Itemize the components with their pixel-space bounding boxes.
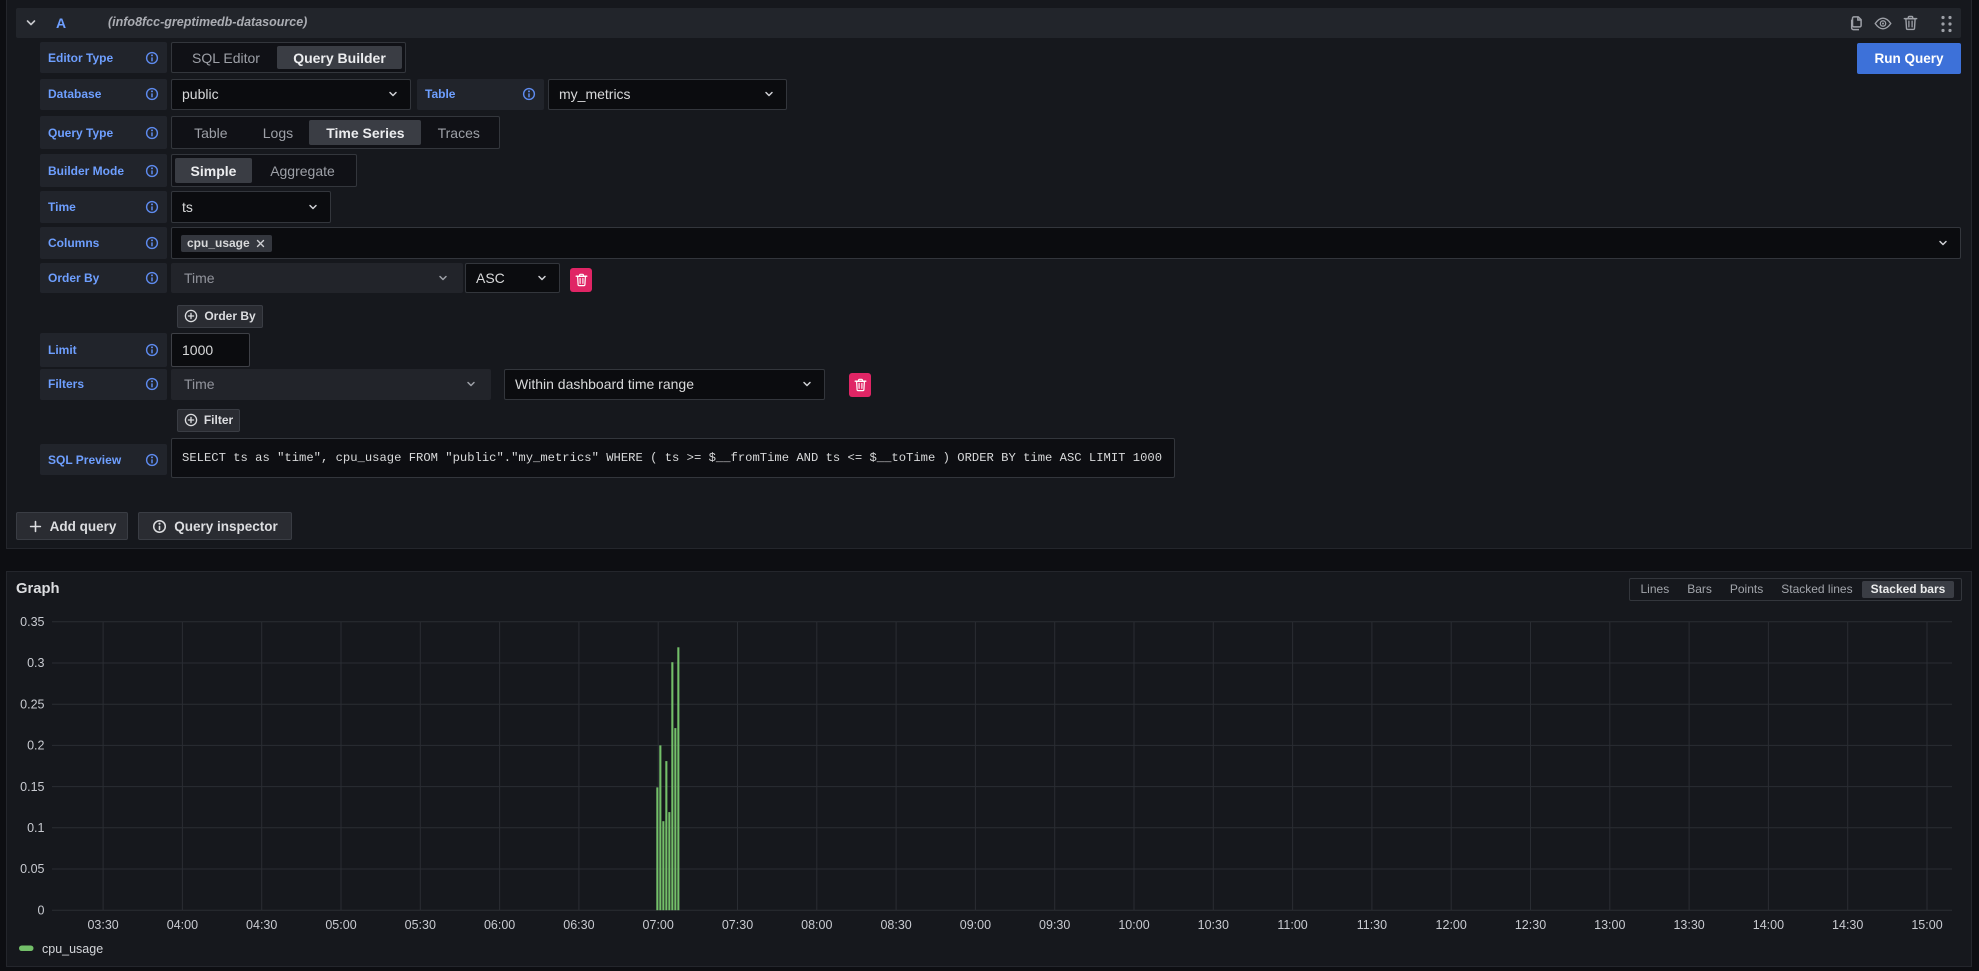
svg-text:03:30: 03:30 [87,918,118,932]
svg-text:10:30: 10:30 [1198,918,1229,932]
svg-text:04:30: 04:30 [246,918,277,932]
svg-text:12:00: 12:00 [1436,918,1467,932]
svg-text:12:30: 12:30 [1515,918,1546,932]
svg-text:0.3: 0.3 [27,656,44,670]
svg-text:13:30: 13:30 [1673,918,1704,932]
svg-text:0.25: 0.25 [20,697,44,711]
svg-text:0.15: 0.15 [20,780,44,794]
svg-text:06:30: 06:30 [563,918,594,932]
svg-text:07:00: 07:00 [643,918,674,932]
svg-text:04:00: 04:00 [167,918,198,932]
svg-text:14:30: 14:30 [1832,918,1863,932]
svg-text:13:00: 13:00 [1594,918,1625,932]
svg-text:09:00: 09:00 [960,918,991,932]
svg-text:0.05: 0.05 [20,862,44,876]
svg-text:11:30: 11:30 [1357,918,1387,932]
svg-text:08:30: 08:30 [880,918,911,932]
svg-text:0.35: 0.35 [20,615,44,629]
svg-text:05:00: 05:00 [325,918,356,932]
svg-text:09:30: 09:30 [1039,918,1070,932]
svg-text:0.1: 0.1 [27,821,44,835]
svg-text:cpu_usage: cpu_usage [42,942,103,956]
svg-text:14:00: 14:00 [1753,918,1784,932]
svg-text:07:30: 07:30 [722,918,753,932]
svg-text:06:00: 06:00 [484,918,515,932]
svg-text:10:00: 10:00 [1118,918,1149,932]
svg-text:15:00: 15:00 [1911,918,1942,932]
svg-text:05:30: 05:30 [405,918,436,932]
svg-text:11:00: 11:00 [1277,918,1307,932]
svg-text:0: 0 [38,903,45,917]
svg-text:0.2: 0.2 [27,739,44,753]
svg-text:08:00: 08:00 [801,918,832,932]
